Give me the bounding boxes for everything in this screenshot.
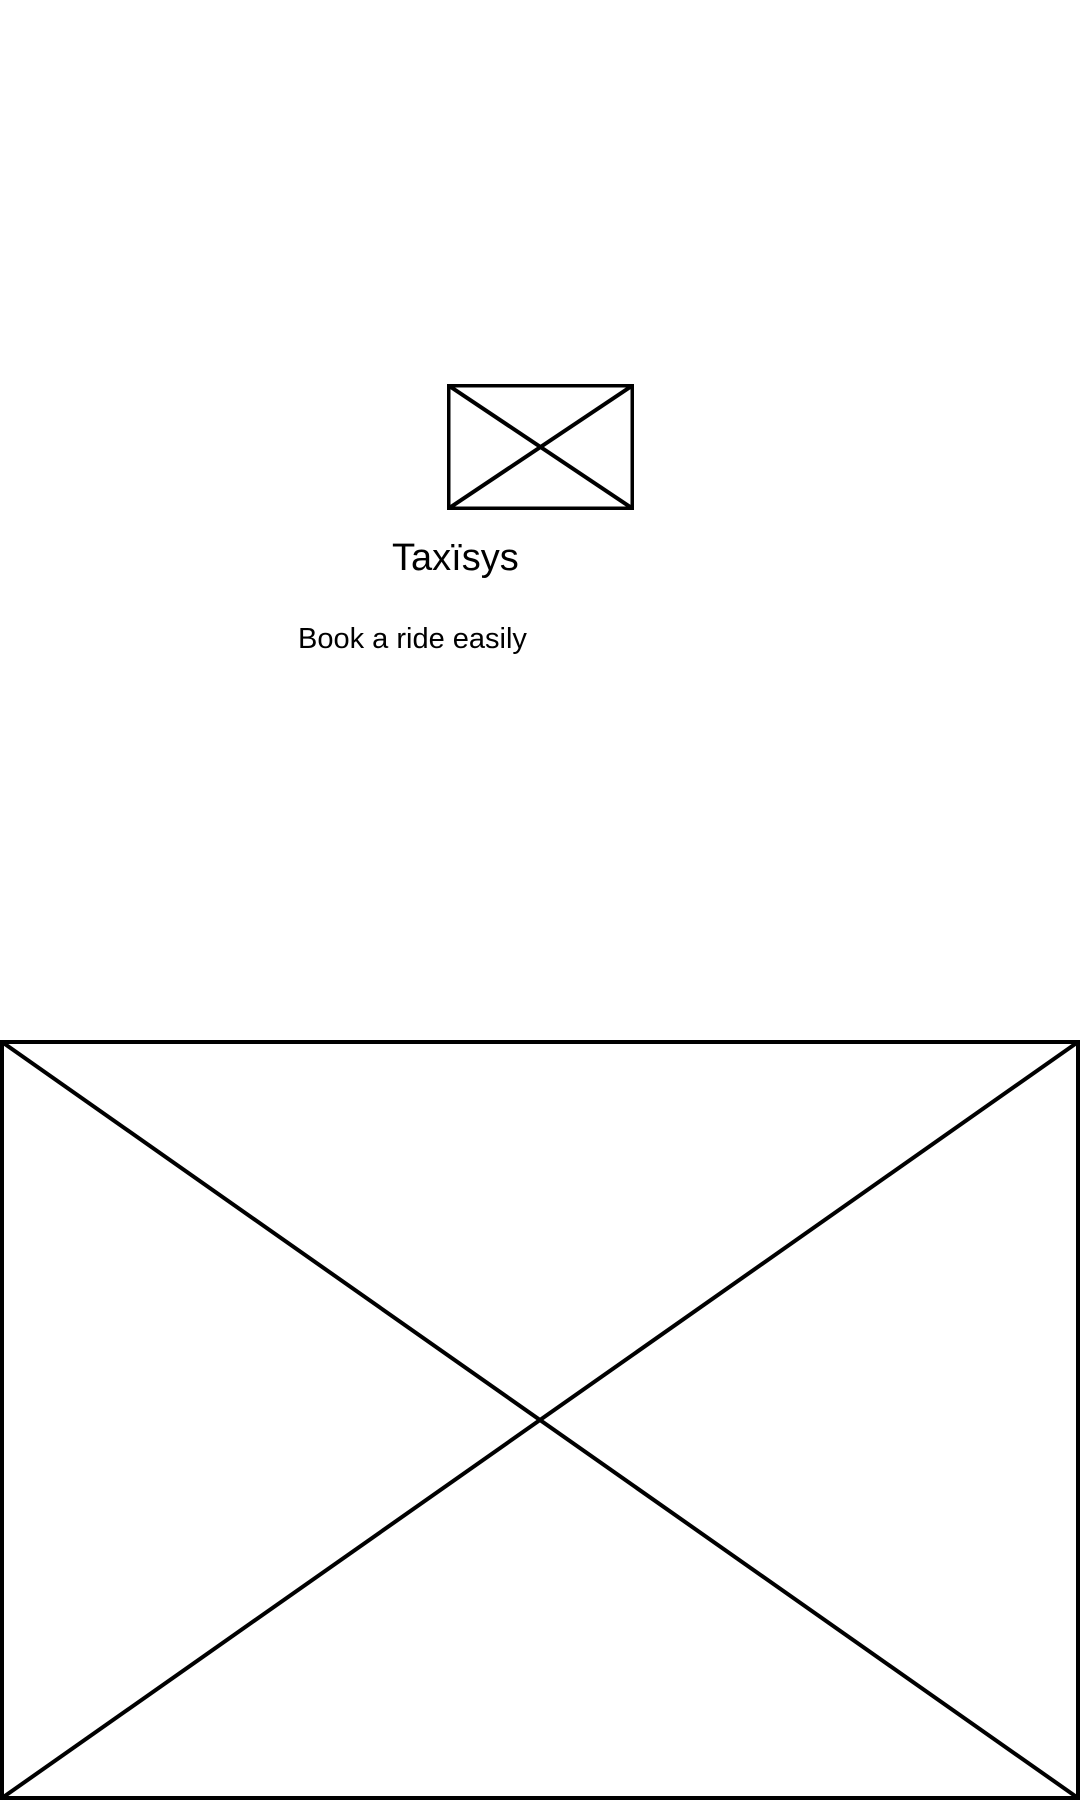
hero-image-placeholder-icon <box>0 1040 1080 1800</box>
tagline-text: Book a ride easily <box>298 623 527 655</box>
app-name-title: Taxïsys <box>392 537 519 579</box>
logo-image-placeholder-icon <box>447 384 634 510</box>
